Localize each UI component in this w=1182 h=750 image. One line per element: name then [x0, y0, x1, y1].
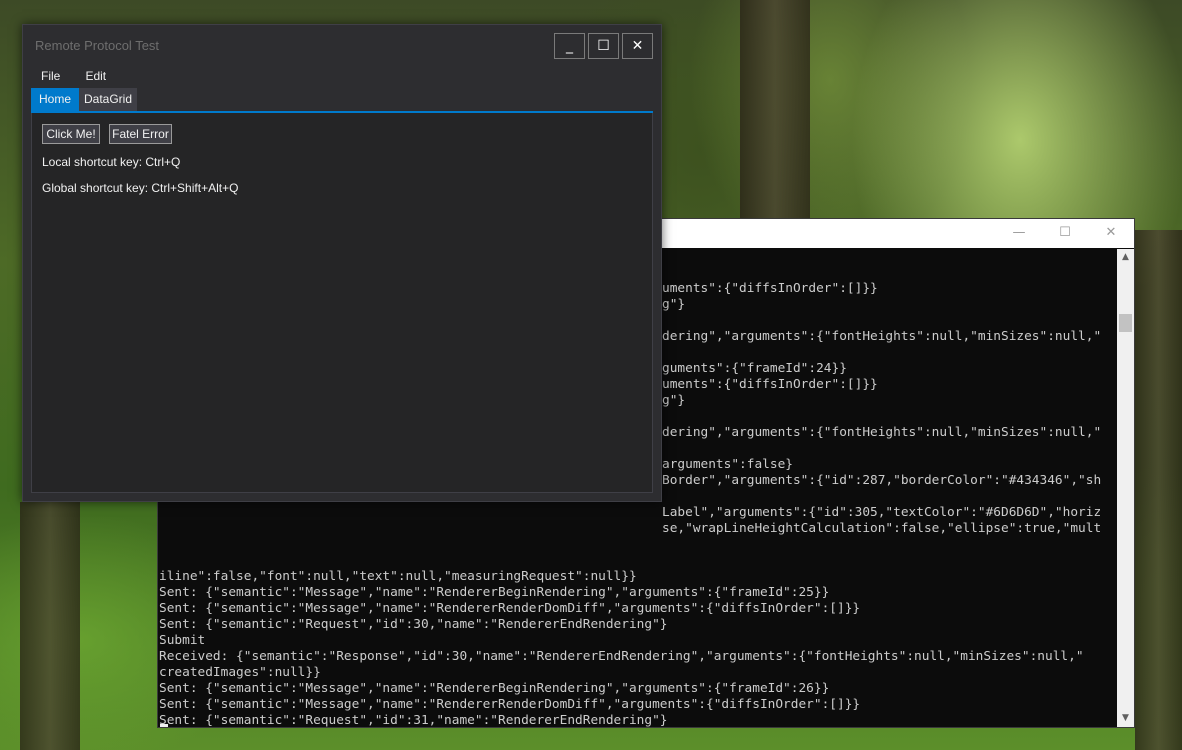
console-line: guments":{"frameId":24}} — [662, 361, 847, 376]
console-line: Sent: {"semantic":"Request","id":30,"nam… — [159, 617, 668, 632]
console-line: Sent: {"semantic":"Message","name":"Rend… — [159, 681, 830, 696]
scroll-down-arrow-icon[interactable]: ▼ — [1117, 710, 1134, 727]
console-line: Sent: {"semantic":"Message","name":"Rend… — [159, 601, 861, 616]
console-line: arguments":false} — [662, 457, 793, 472]
maximize-button[interactable]: ☐ — [588, 33, 619, 59]
scroll-up-arrow-icon[interactable]: ▲ — [1117, 249, 1134, 266]
console-minimize-button[interactable]: — — [996, 219, 1042, 248]
app-window: Remote Protocol Test _ ☐ ✕ File Edit Hom… — [22, 24, 662, 502]
local-shortcut-label: Local shortcut key: Ctrl+Q — [42, 155, 181, 169]
console-line: Sent: {"semantic":"Message","name":"Rend… — [159, 697, 861, 712]
background-tree-trunk — [20, 502, 80, 750]
minimize-button[interactable]: _ — [554, 33, 585, 59]
console-scrollbar[interactable]: ▲ ▼ — [1117, 249, 1134, 727]
close-button[interactable]: ✕ — [622, 33, 653, 59]
console-line: Border","arguments":{"id":287,"borderCol… — [662, 473, 1102, 488]
console-line: uments":{"diffsInOrder":[]}} — [662, 281, 878, 296]
console-line: Label","arguments":{"id":305,"textColor"… — [662, 505, 1102, 520]
console-line: dering","arguments":{"fontHeights":null,… — [662, 329, 1102, 344]
console-maximize-button[interactable]: ☐ — [1042, 219, 1088, 248]
console-line: g"} — [662, 393, 686, 408]
console-line: g"} — [662, 297, 686, 312]
menu-edit[interactable]: Edit — [75, 67, 116, 85]
console-titlebar: — ☐ ✕ — [661, 219, 1134, 248]
menu-bar: File Edit — [31, 65, 116, 85]
scrollbar-thumb[interactable] — [1119, 314, 1132, 332]
console-line: Sent: {"semantic":"Request","id":31,"nam… — [159, 713, 668, 727]
fatal-error-button[interactable]: Fatel Error — [109, 124, 172, 144]
window-title: Remote Protocol Test — [35, 38, 160, 53]
menu-file[interactable]: File — [31, 67, 70, 85]
console-full-lines: iline":false,"font":null,"text":null,"me… — [159, 569, 1117, 727]
home-tab-content: Click Me! Fatel Error Local shortcut key… — [31, 113, 653, 493]
console-line: se,"wrapLineHeightCalculation":false,"el… — [662, 521, 1102, 536]
console-line: dering","arguments":{"fontHeights":null,… — [662, 425, 1102, 440]
tab-datagrid[interactable]: DataGrid — [79, 88, 137, 111]
tab-strip: Home DataGrid — [31, 88, 653, 113]
console-cursor — [160, 724, 168, 727]
tab-home[interactable]: Home — [31, 88, 79, 111]
console-line: Sent: {"semantic":"Message","name":"Rend… — [159, 585, 830, 600]
console-close-button[interactable]: ✕ — [1088, 219, 1134, 248]
console-line: Submit — [159, 633, 206, 648]
console-line: createdImages":null}} — [159, 665, 321, 680]
global-shortcut-label: Global shortcut key: Ctrl+Shift+Alt+Q — [42, 181, 239, 195]
click-me-button[interactable]: Click Me! — [42, 124, 100, 144]
background-tree-trunk — [1135, 230, 1182, 750]
background-tree-trunk — [740, 0, 810, 230]
console-line: Received: {"semantic":"Response","id":30… — [159, 649, 1084, 664]
console-line: uments":{"diffsInOrder":[]}} — [662, 377, 878, 392]
console-line: iline":false,"font":null,"text":null,"me… — [159, 569, 637, 584]
